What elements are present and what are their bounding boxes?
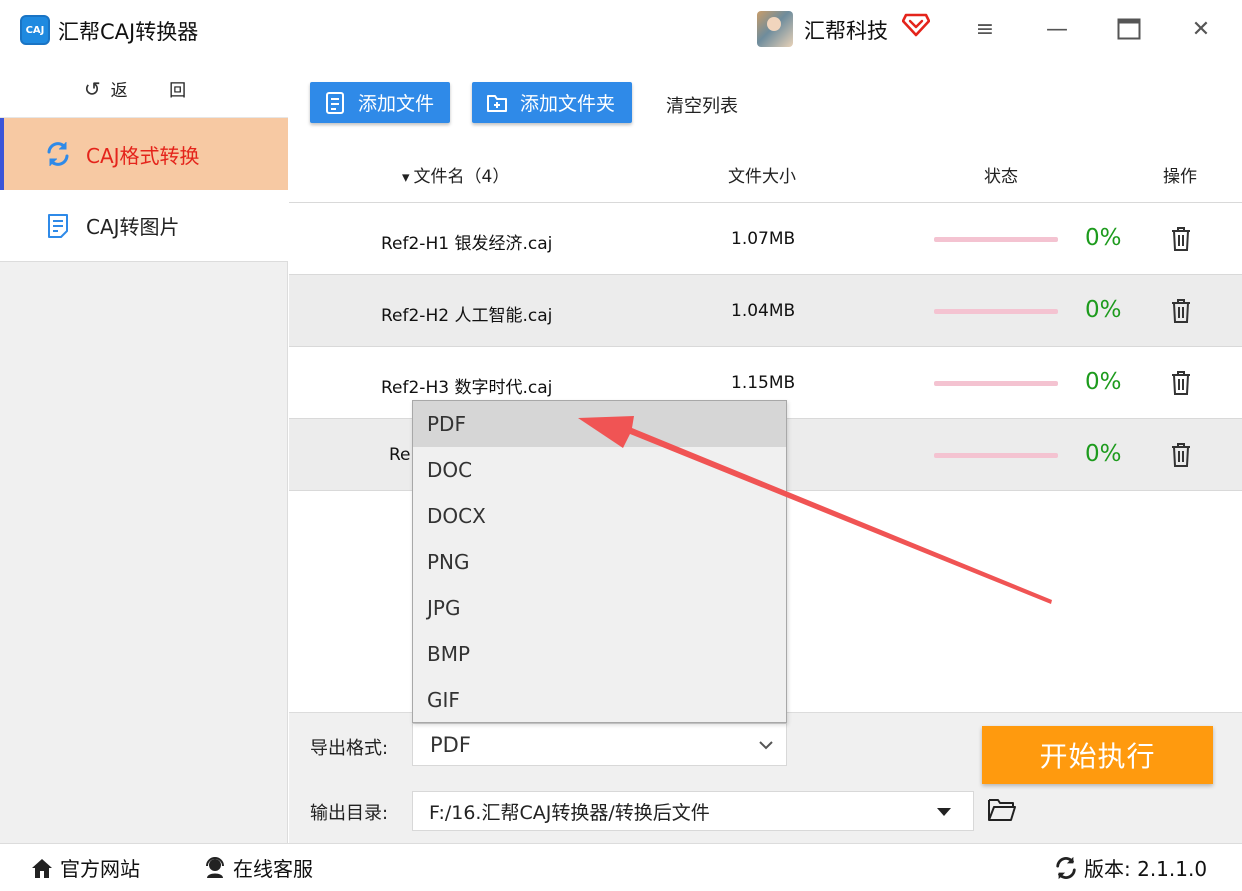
official-website-link[interactable]: 官方网站: [30, 853, 140, 882]
progress-bar: [934, 381, 1058, 386]
add-folder-icon: [487, 94, 507, 112]
sort-down-icon: ▾: [402, 168, 410, 186]
app-logo-icon: CAJ: [20, 15, 50, 45]
format-option[interactable]: DOCX: [413, 493, 786, 539]
delete-trash-icon[interactable]: [1169, 298, 1193, 324]
export-format-label: 导出格式:: [310, 738, 389, 759]
back-label: 返 回: [110, 81, 205, 101]
file-name: Ref2-H1 银发经济.caj: [381, 234, 553, 254]
format-option[interactable]: PNG: [413, 539, 786, 585]
maximize-icon: [1117, 18, 1141, 40]
start-button[interactable]: 开始执行: [982, 726, 1213, 784]
status-bar: 官方网站 在线客服 版本: 2.1.1.0: [0, 843, 1242, 891]
export-format-value: PDF: [430, 732, 471, 757]
sidebar-item-caj-image[interactable]: CAJ转图片: [0, 190, 288, 262]
output-dir-label: 输出目录:: [310, 803, 389, 824]
file-size: 1.15MB: [731, 373, 796, 393]
user-avatar[interactable]: [757, 11, 793, 47]
back-button[interactable]: ↺ 返 回: [0, 60, 288, 118]
sidebar: ↺ 返 回 CAJ格式转换 CAJ转图片: [0, 60, 288, 843]
chevron-down-icon: [759, 741, 773, 750]
clear-list-button[interactable]: 清空列表: [666, 92, 738, 118]
format-option[interactable]: BMP: [413, 631, 786, 677]
settings-panel: 导出格式: PDF 输出目录: F:/16.汇帮CAJ转换器/转换后文件 开始执…: [289, 712, 1242, 843]
file-name: Ref2-H3 数字时代.caj: [381, 378, 553, 398]
sidebar-item-label: CAJ格式转换: [86, 143, 200, 168]
online-support-label: 在线客服: [233, 857, 313, 881]
export-format-select[interactable]: PDF: [412, 723, 787, 766]
format-option[interactable]: PDF: [413, 401, 786, 447]
progress-percent: 0%: [1085, 297, 1122, 323]
progress-percent: 0%: [1085, 225, 1122, 251]
progress-bar: [934, 237, 1058, 242]
format-option[interactable]: DOC: [413, 447, 786, 493]
format-option[interactable]: JPG: [413, 585, 786, 631]
output-dir-path: F:/16.汇帮CAJ转换器/转换后文件: [429, 801, 710, 824]
minimize-button[interactable]: —: [1040, 12, 1074, 46]
column-header-size: 文件大小: [728, 167, 796, 187]
vip-diamond-icon[interactable]: [902, 11, 930, 37]
menu-icon[interactable]: ≡: [968, 12, 1002, 46]
sidebar-item-label: CAJ转图片: [86, 215, 180, 239]
version-info[interactable]: 版本: 2.1.1.0: [1054, 853, 1207, 882]
file-name: Ref2-H2 人工智能.caj: [381, 306, 553, 326]
document-icon: [44, 212, 72, 240]
progress-bar: [934, 453, 1058, 458]
column-header-name-label: 文件名（4）: [413, 167, 510, 187]
progress-percent: 0%: [1085, 441, 1122, 467]
maximize-button[interactable]: [1112, 12, 1146, 46]
sidebar-item-caj-format[interactable]: CAJ格式转换: [0, 118, 288, 190]
file-size: 1.07MB: [731, 229, 796, 249]
progress-bar: [934, 309, 1058, 314]
delete-trash-icon[interactable]: [1169, 226, 1193, 252]
app-title: 汇帮CAJ转换器: [58, 20, 199, 44]
column-header-status: 状态: [984, 167, 1018, 187]
file-size: 1.04MB: [731, 301, 796, 321]
version-label: 版本: 2.1.1.0: [1084, 857, 1208, 881]
official-website-label: 官方网站: [60, 857, 140, 881]
format-dropdown-list: PDF DOC DOCX PNG JPG BMP GIF: [412, 400, 787, 723]
add-file-button[interactable]: 添加文件: [310, 82, 450, 123]
column-header-name[interactable]: ▾ 文件名（4）: [402, 162, 509, 187]
table-row[interactable]: Ref2-H1 银发经济.caj 1.07MB 0%: [289, 203, 1242, 275]
table-row[interactable]: Ref2-H2 人工智能.caj 1.04MB 0%: [289, 275, 1242, 347]
progress-percent: 0%: [1085, 369, 1122, 395]
delete-trash-icon[interactable]: [1169, 370, 1193, 396]
add-folder-button[interactable]: 添加文件夹: [472, 82, 632, 123]
delete-trash-icon[interactable]: [1169, 442, 1193, 468]
dropdown-arrow-icon[interactable]: [937, 808, 951, 816]
back-arrow-icon: ↺: [83, 76, 101, 101]
output-dir-field[interactable]: F:/16.汇帮CAJ转换器/转换后文件: [412, 791, 974, 831]
company-name: 汇帮科技: [804, 19, 888, 43]
add-folder-label: 添加文件夹: [520, 93, 616, 115]
home-icon: [32, 858, 52, 878]
close-button[interactable]: ✕: [1184, 12, 1218, 46]
add-file-icon: [326, 91, 344, 114]
open-folder-icon[interactable]: [987, 797, 1017, 823]
column-header-action: 操作: [1163, 167, 1197, 187]
format-option[interactable]: GIF: [413, 677, 786, 723]
headset-icon: [206, 856, 224, 878]
refresh-icon: [44, 140, 72, 168]
file-name: Re: [389, 445, 411, 465]
title-bar: CAJ 汇帮CAJ转换器 汇帮科技 ≡ — ✕: [0, 0, 1242, 60]
refresh-icon: [1056, 856, 1076, 879]
online-support-link[interactable]: 在线客服: [203, 853, 313, 882]
add-file-label: 添加文件: [358, 93, 435, 115]
